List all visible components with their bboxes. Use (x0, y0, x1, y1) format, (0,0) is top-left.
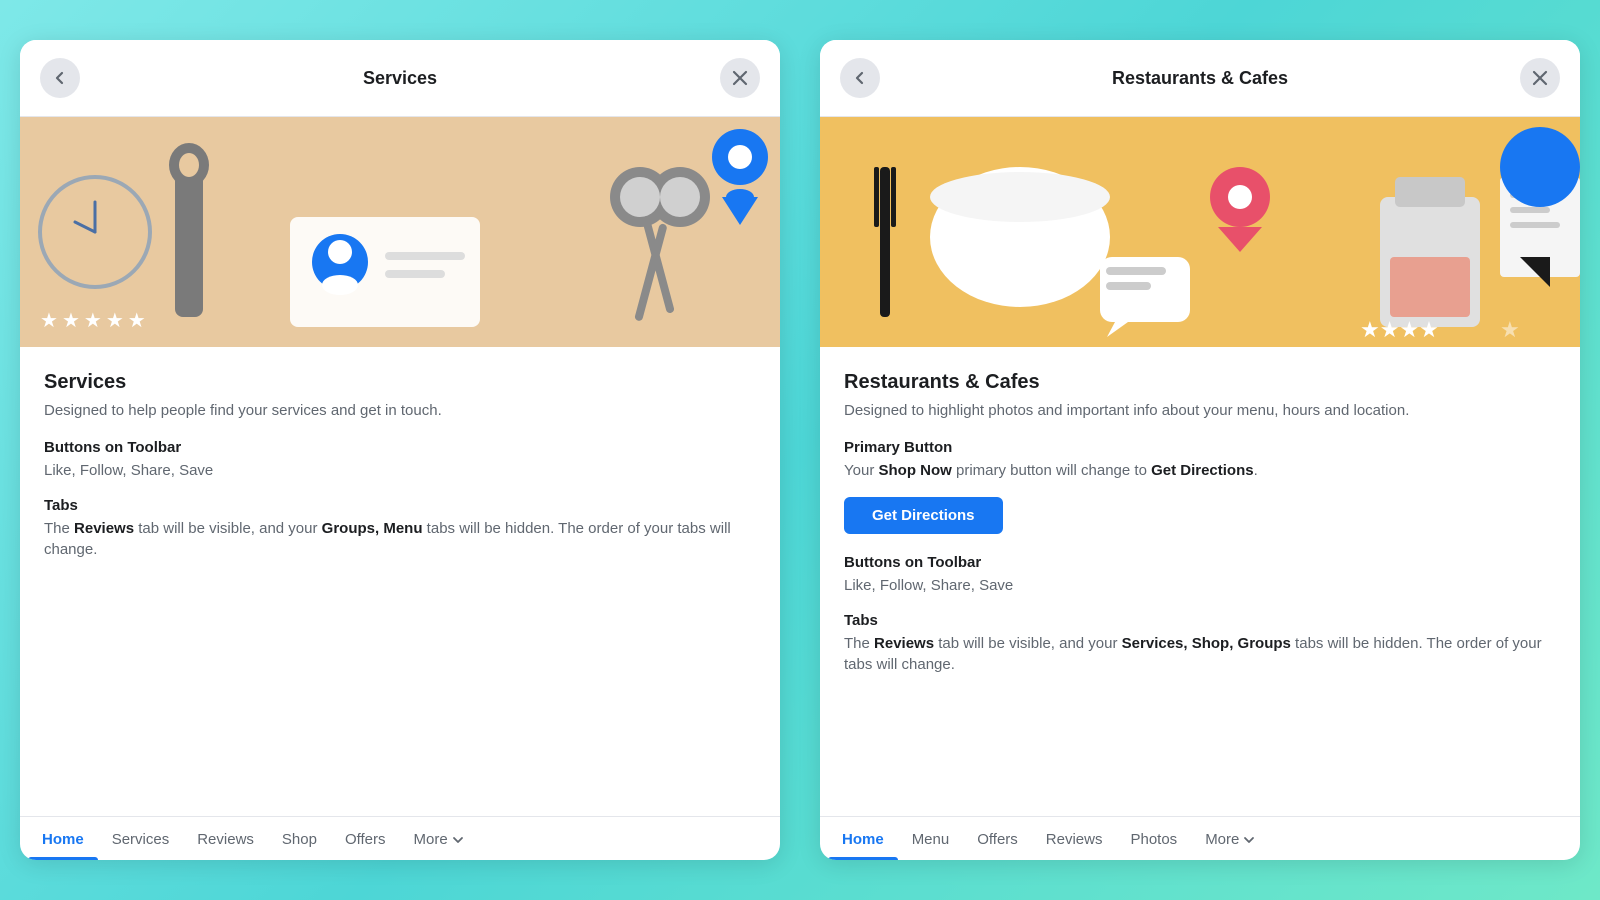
services-section-title: Services (44, 371, 756, 394)
restaurants-toolbar-title: Buttons on Toolbar (844, 554, 1556, 571)
restaurants-tab-home[interactable]: Home (828, 817, 898, 860)
restaurants-tab-photos[interactable]: Photos (1116, 817, 1191, 860)
services-panel: Services (20, 40, 780, 860)
get-directions-button[interactable]: Get Directions (844, 497, 1003, 534)
restaurants-tabs-desc: The Reviews tab will be visible, and you… (844, 633, 1556, 675)
services-tab-more[interactable]: More (400, 817, 478, 860)
restaurants-primary-btn-desc: Your Shop Now primary button will change… (844, 460, 1556, 481)
services-tab-offers[interactable]: Offers (331, 817, 400, 860)
restaurants-primary-btn-title: Primary Button (844, 439, 1556, 456)
restaurants-tab-menu[interactable]: Menu (898, 817, 964, 860)
services-tab-services[interactable]: Services (98, 817, 184, 860)
chevron-down-icon (1243, 834, 1255, 846)
services-close-button[interactable] (720, 58, 760, 98)
services-stars: ★ ★ ★ ★ ★ (40, 308, 146, 333)
svg-text:★: ★ (1500, 317, 1520, 342)
restaurants-tabs-title: Tabs (844, 612, 1556, 629)
services-body: Services Designed to help people find yo… (20, 347, 780, 808)
restaurants-header: Restaurants & Cafes (820, 40, 1580, 117)
services-toolbar-title: Buttons on Toolbar (44, 439, 756, 456)
services-tabs-desc: The Reviews tab will be visible, and you… (44, 518, 756, 560)
restaurants-title: Restaurants & Cafes (1112, 68, 1288, 89)
restaurants-hero-image: ★★★★ ★ (820, 117, 1580, 347)
restaurants-toolbar-desc: Like, Follow, Share, Save (844, 575, 1556, 596)
services-section-desc: Designed to help people find your servic… (44, 400, 756, 421)
services-tabs-title: Tabs (44, 497, 756, 514)
services-toolbar-desc: Like, Follow, Share, Save (44, 460, 756, 481)
restaurants-tab-reviews[interactable]: Reviews (1032, 817, 1117, 860)
restaurants-body: Restaurants & Cafes Designed to highligh… (820, 347, 1580, 808)
services-hero-image: ★ ★ ★ ★ ★ (20, 117, 780, 347)
chevron-down-icon (452, 834, 464, 846)
svg-text:★★★★: ★★★★ (1360, 317, 1439, 342)
restaurants-close-button[interactable] (1520, 58, 1560, 98)
restaurants-panel: Restaurants & Cafes (820, 40, 1580, 860)
services-back-button[interactable] (40, 58, 80, 98)
services-header: Services (20, 40, 780, 117)
restaurants-section-desc: Designed to highlight photos and importa… (844, 400, 1556, 421)
restaurants-tabs-bar: Home Menu Offers Reviews Photos More (820, 816, 1580, 860)
restaurants-tab-offers[interactable]: Offers (963, 817, 1032, 860)
restaurants-tab-more[interactable]: More (1191, 817, 1269, 860)
services-title: Services (363, 68, 437, 89)
services-tab-home[interactable]: Home (28, 817, 98, 860)
services-tab-shop[interactable]: Shop (268, 817, 331, 860)
restaurants-section-title: Restaurants & Cafes (844, 371, 1556, 394)
services-tab-reviews[interactable]: Reviews (183, 817, 268, 860)
restaurants-back-button[interactable] (840, 58, 880, 98)
services-tabs-bar: Home Services Reviews Shop Offers More (20, 816, 780, 860)
